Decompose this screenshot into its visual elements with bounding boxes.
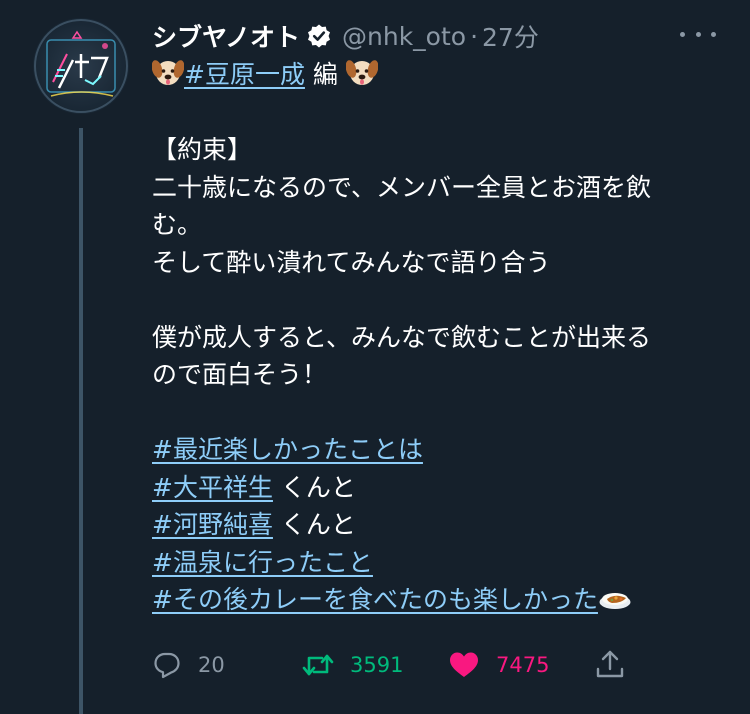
body-line: 僕が成人すると、みんなで飲むことが出来る [152,322,652,352]
avatar-logo-icon [34,19,128,113]
hashtag-link[interactable]: #最近楽しかったことは [152,435,423,464]
avatar[interactable] [33,18,129,114]
reply-icon [154,652,180,679]
hashtag-suffix: くんと [272,472,356,502]
retweet-count: 3591 [350,653,404,677]
hashtag-line: #温泉に行ったこと [152,544,722,582]
reply-count: 20 [198,653,225,677]
user-handle[interactable]: @nhk_oto [342,22,466,51]
body-heading: 【約束】 [152,135,253,164]
hashtag-link[interactable]: #大平祥生 [152,473,273,502]
tweet-text: #豆原一成 編 【約束】 二十歳になるので、メンバー全員とお酒を飲 む。 そして… [151,56,722,619]
dog-face-icon [151,57,185,98]
display-name[interactable]: シブヤノオト [152,18,300,54]
hashtag-link[interactable]: #豆原一成 [184,60,305,89]
title-suffix: 編 [304,60,338,89]
hashtag-line: #最近楽しかったことは [152,431,722,469]
hashtag-link[interactable]: #温泉に行ったこと [152,548,373,577]
hashtag-line: #大平祥生 くんと [152,469,722,507]
verified-badge-icon [306,23,332,49]
hashtag-link[interactable]: #河野純喜 [152,510,273,539]
dog-face-icon [345,57,379,98]
body-line: ので面白そう！ [152,360,328,389]
like-count: 7475 [496,653,550,677]
retweet-icon [302,654,334,676]
body-line: そして酔い潰れてみんなで語り合う [152,247,551,277]
hashtag-link[interactable]: #その後カレーを食べたのも楽しかった [152,585,598,614]
tweet-header: シブヤノオト @nhk_oto · 27分 [152,16,539,56]
hashtag-line: #その後カレーを食べたのも楽しかった [152,581,722,619]
hashtag-line: #河野純喜 くんと [152,506,722,544]
hashtag-suffix: くんと [272,510,356,539]
title-line: #豆原一成 編 [151,56,722,94]
share-icon [596,650,624,678]
curry-rice-icon [598,582,632,623]
body-line: 二十歳になるので、メンバー全員とお酒を飲 [152,172,652,202]
heart-icon [450,652,478,677]
tweet-actions: 20 3591 7475 [152,645,632,685]
thread-connector-line [79,128,83,714]
share-button[interactable] [594,645,626,685]
timestamp[interactable]: 27分 [482,18,539,54]
reply-button[interactable]: 20 [152,645,225,685]
separator-dot: · [470,21,479,51]
body-line: む。 [152,210,203,239]
retweet-button[interactable]: 3591 [302,645,403,685]
like-button[interactable]: 7475 [448,645,549,685]
more-options-icon[interactable] [680,22,716,46]
